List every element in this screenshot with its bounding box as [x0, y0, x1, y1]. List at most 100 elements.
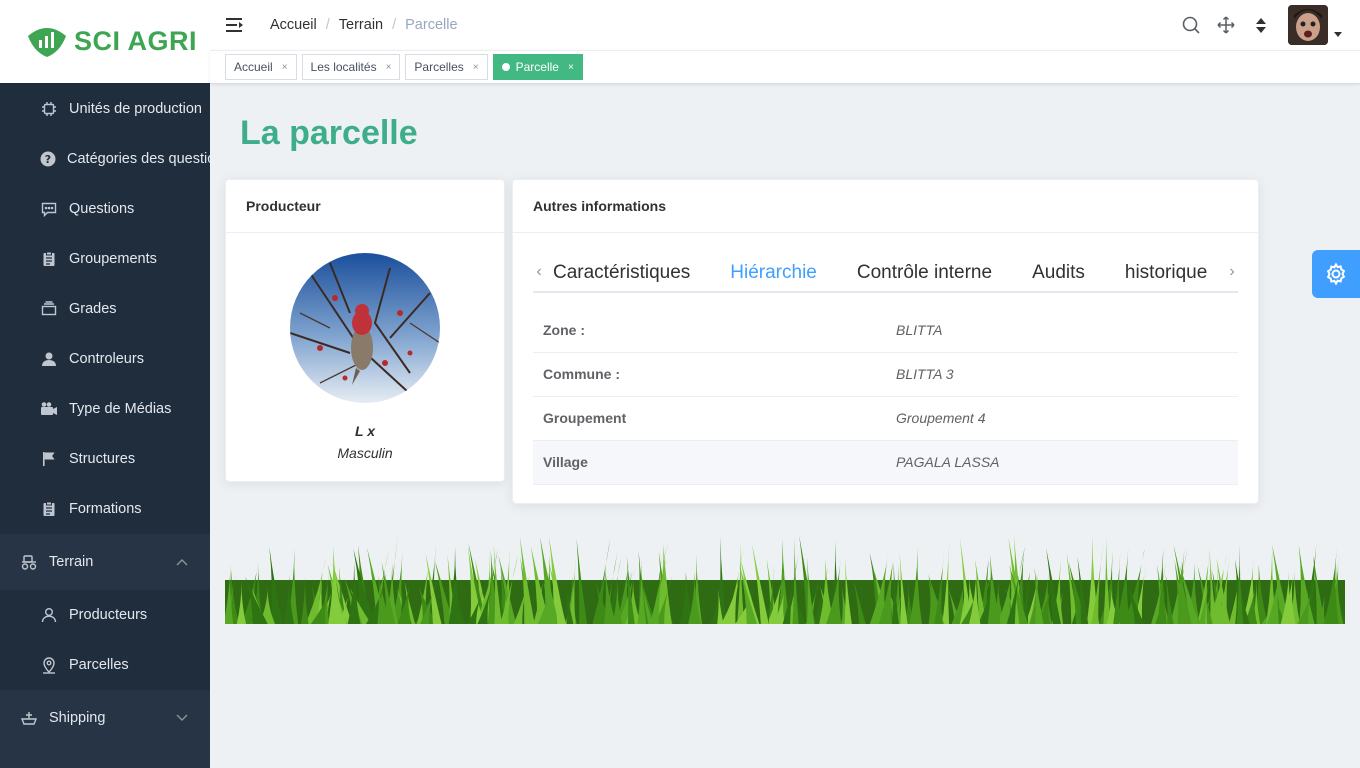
active-dot-icon — [501, 63, 510, 71]
breadcrumb-item-current: Parcelle — [405, 17, 458, 33]
sidebar-item-type-medias[interactable]: Type de Médias — [0, 384, 210, 434]
table-row: Commune : BLITTA 3 — [533, 352, 1238, 397]
size-sort-icon[interactable] — [1252, 16, 1270, 34]
flag-icon — [40, 450, 58, 468]
clipboard-icon — [40, 250, 58, 268]
gear-icon — [1324, 262, 1348, 286]
breadcrumb-separator: / — [325, 17, 330, 33]
logo[interactable]: SCI AGRI — [0, 0, 210, 83]
info-tabs: ‹ Caractéristiques Hiérarchie Contrôle i… — [533, 255, 1238, 293]
tag-label: Accueil — [234, 60, 273, 74]
caret-down-icon[interactable] — [1334, 31, 1342, 37]
sidebar-submenu-label: Shipping — [49, 710, 106, 726]
fullscreen-move-icon[interactable] — [1217, 16, 1235, 34]
chat-icon — [40, 200, 58, 218]
breadcrumb-item-accueil[interactable]: Accueil — [270, 17, 317, 33]
sidebar-item-formations[interactable]: Formations — [0, 484, 210, 534]
sidebar-submenu-terrain[interactable]: Terrain — [0, 534, 210, 590]
tag-label: Les localités — [310, 60, 377, 74]
close-icon[interactable]: × — [473, 62, 479, 73]
question-circle-icon: ? — [40, 150, 56, 168]
table-row: Village PAGALA LASSA — [533, 440, 1238, 485]
box-icon — [40, 300, 58, 318]
tag-label: Parcelle — [515, 60, 559, 74]
hamburger-icon[interactable] — [226, 17, 244, 33]
sidebar-item-label: Formations — [69, 501, 142, 517]
sidebar-item-controleurs[interactable]: Controleurs — [0, 334, 210, 384]
sidebar-item-parcelles[interactable]: Parcelles — [0, 640, 210, 690]
row-key: Village — [533, 440, 886, 485]
tag-parcelles[interactable]: Parcelles × — [405, 54, 488, 80]
sidebar-item-label: Producteurs — [69, 607, 148, 623]
chip-icon — [40, 100, 58, 118]
close-icon[interactable]: × — [282, 62, 288, 73]
other-info-card: Autres informations ‹ Caractéristiques H… — [512, 179, 1259, 504]
tab-caracteristiques[interactable]: Caractéristiques — [533, 255, 710, 291]
sidebar-item-label: Catégories des questions — [67, 151, 210, 167]
sidebar-submenu-label: Terrain — [49, 554, 94, 570]
tag-label: Parcelles — [414, 60, 464, 74]
clipboard-icon — [40, 500, 58, 518]
sidebar-more — [0, 746, 210, 768]
row-value: PAGALA LASSA — [886, 440, 1238, 485]
sidebar-item-label: Parcelles — [69, 657, 129, 673]
hierarchy-table: Zone : BLITTA Commune : BLITTA 3 Groupem… — [533, 308, 1238, 485]
sidebar-item-label: Controleurs — [69, 351, 144, 367]
close-icon[interactable]: × — [386, 62, 392, 73]
sidebar-item-structures[interactable]: Structures — [0, 434, 210, 484]
location-icon — [40, 656, 58, 674]
search-icon[interactable] — [1182, 16, 1200, 34]
tab-hierarchie[interactable]: Hiérarchie — [710, 255, 837, 291]
terrain-submenu-list: Producteurs Parcelles — [0, 590, 210, 690]
sidebar-item-label: Unités de production — [69, 101, 202, 117]
settings-button[interactable] — [1312, 250, 1360, 298]
other-info-card-title: Autres informations — [513, 180, 1258, 233]
row-value: BLITTA 3 — [886, 352, 1238, 397]
sidebar-item-label: Structures — [69, 451, 136, 467]
sidebar-item-label: Type de Médias — [69, 401, 172, 417]
chevron-right-icon[interactable]: › — [1222, 263, 1238, 281]
producer-gender: Masculin — [337, 445, 393, 461]
chevron-left-icon[interactable]: ‹ — [533, 263, 549, 281]
producer-card: Producteur L x Masculin — [225, 179, 505, 482]
close-icon[interactable]: × — [568, 62, 574, 73]
producer-card-title: Producteur — [226, 180, 504, 233]
chevron-down-icon — [176, 710, 188, 726]
row-key: Zone : — [533, 308, 886, 353]
row-key: Groupement — [533, 396, 886, 441]
tab-strip: Caractéristiques Hiérarchie Contrôle int… — [533, 255, 1227, 291]
brand-name: SCI AGRI — [74, 26, 198, 56]
tag-localites[interactable]: Les localités × — [301, 54, 401, 80]
grass-banner-image — [225, 535, 1345, 624]
sidebar: SCI AGRI Unités de production ? Catégori… — [0, 0, 210, 768]
row-value: BLITTA — [886, 308, 1238, 353]
avatar[interactable] — [1288, 5, 1328, 45]
camera-icon — [40, 400, 58, 418]
table-row: Zone : BLITTA — [533, 308, 1238, 353]
sidebar-submenu-shipping[interactable]: Shipping — [0, 690, 210, 746]
svg-text:?: ? — [45, 153, 51, 166]
sidebar-item-groupements[interactable]: Groupements — [0, 234, 210, 284]
tag-accueil[interactable]: Accueil × — [225, 54, 297, 80]
breadcrumb-separator: / — [392, 17, 397, 33]
sidebar-item-categories[interactable]: ? Catégories des questions — [0, 134, 210, 184]
header-actions — [1165, 5, 1342, 45]
breadcrumb-item-terrain[interactable]: Terrain — [339, 17, 383, 33]
sidebar-item-questions[interactable]: Questions — [0, 184, 210, 234]
producer-photo — [290, 253, 440, 403]
sidebar-item-grades[interactable]: Grades — [0, 284, 210, 334]
sidebar-item-label: Grades — [69, 301, 117, 317]
producer-name: L x — [355, 423, 375, 439]
sidebar-item-unites[interactable]: Unités de production — [0, 84, 210, 134]
tab-controle-interne[interactable]: Contrôle interne — [837, 255, 1012, 291]
tag-parcelle-active[interactable]: Parcelle × — [492, 54, 583, 80]
sidebar-item-producteurs[interactable]: Producteurs — [0, 590, 210, 640]
tab-audits[interactable]: Audits — [1012, 255, 1105, 291]
leaf-logo-icon — [26, 26, 68, 58]
row-key: Commune : — [533, 352, 886, 397]
page-title: La parcelle — [240, 114, 418, 152]
tab-historique[interactable]: historique — [1105, 255, 1227, 291]
table-row: Groupement Groupement 4 — [533, 396, 1238, 441]
chevron-up-icon — [176, 554, 188, 570]
sidebar-item-label: Questions — [69, 201, 135, 217]
